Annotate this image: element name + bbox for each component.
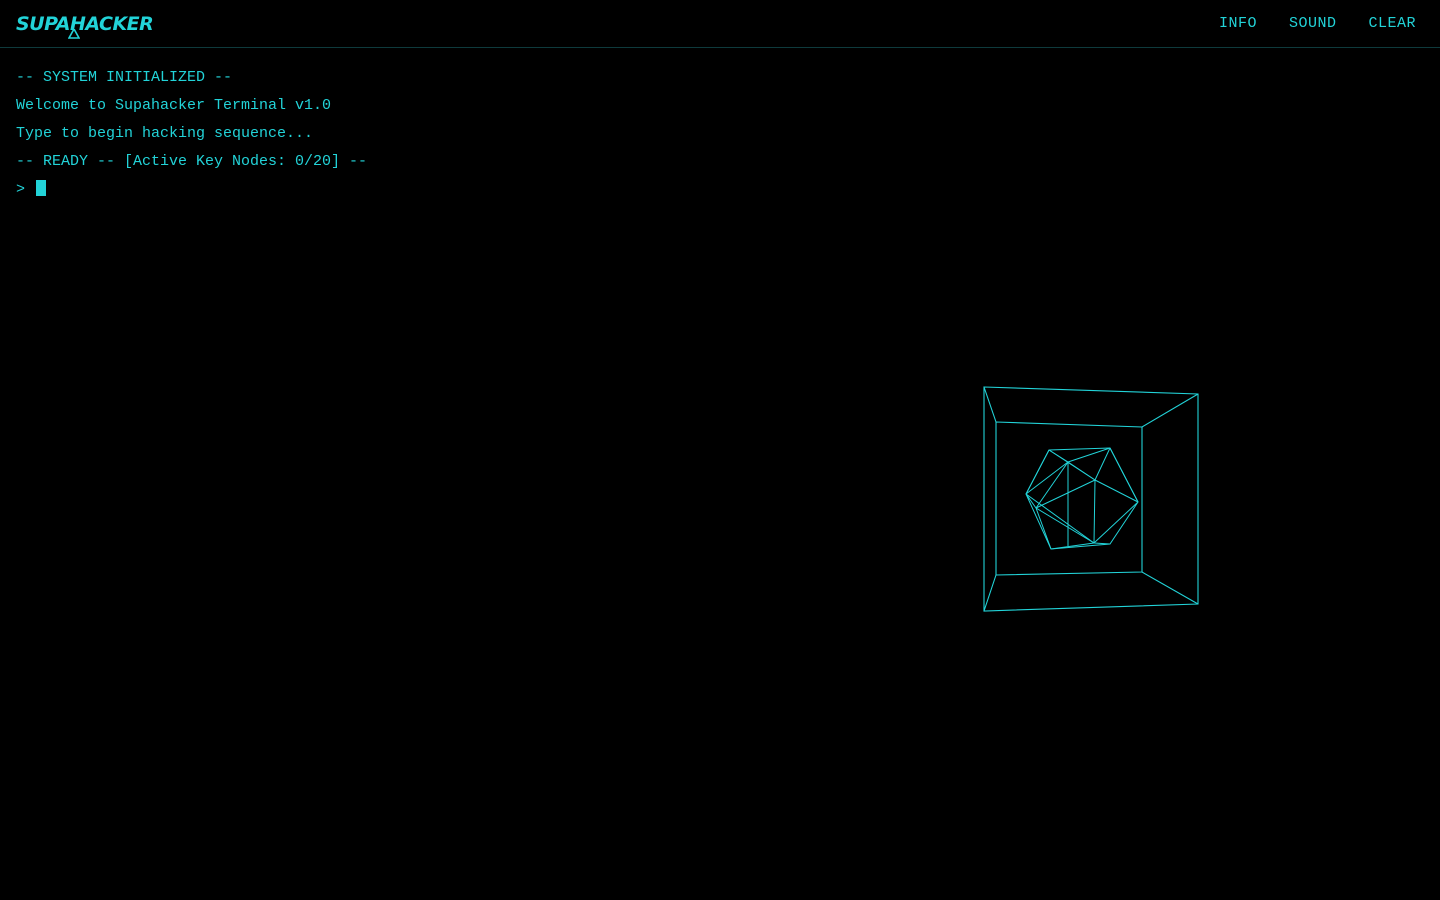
logo-drop-icon — [68, 29, 80, 39]
logo-text: SUPAHACKER — [16, 13, 154, 35]
top-bar: SUPAHACKER INFO SOUND CLEAR — [0, 0, 1440, 48]
wireframe-box — [983, 386, 1199, 612]
nav-sound-button[interactable]: SOUND — [1289, 14, 1337, 34]
nav-info-button[interactable]: INFO — [1219, 14, 1257, 34]
terminal-output[interactable]: -- SYSTEM INITIALIZED -- Welcome to Supa… — [16, 64, 367, 204]
top-nav: INFO SOUND CLEAR — [1219, 0, 1416, 48]
terminal-line-instruction: Type to begin hacking sequence... — [16, 125, 314, 142]
prompt-symbol: > — [16, 181, 26, 198]
supahacker-logo[interactable]: SUPAHACKER — [16, 11, 154, 39]
wireframe-icosahedron — [1025, 447, 1139, 550]
wireframe-scene — [983, 386, 1199, 612]
terminal-line-welcome: Welcome to Supahacker Terminal v1.0 — [16, 97, 332, 114]
terminal-input-row[interactable]: > — [16, 176, 367, 204]
terminal-line-ready: -- READY -- [Active Key Nodes: 0/20] -- — [16, 153, 368, 170]
nav-clear-button[interactable]: CLEAR — [1368, 14, 1416, 34]
text-cursor — [36, 180, 46, 196]
terminal-line-system: -- SYSTEM INITIALIZED -- — [16, 69, 233, 86]
